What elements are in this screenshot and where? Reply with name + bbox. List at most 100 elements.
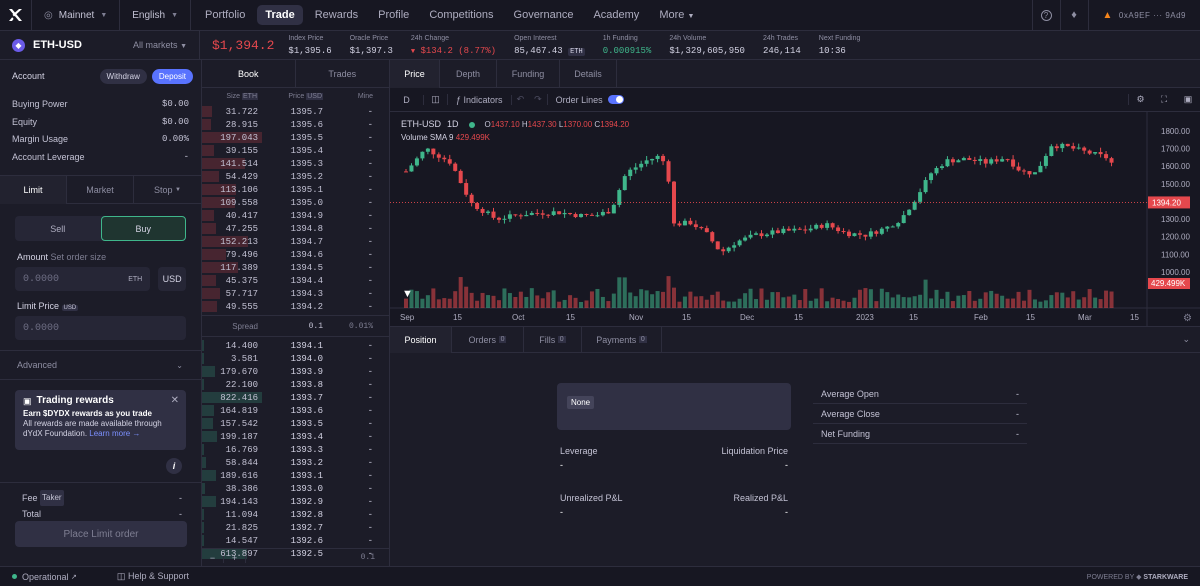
language-selector[interactable]: English ▼ <box>120 0 191 31</box>
nav-competitions[interactable]: Competitions <box>421 5 501 25</box>
chart-area[interactable]: 1800.001700.001600.001500.001400.001300.… <box>390 112 1200 326</box>
buy-toggle[interactable]: Buy <box>100 216 186 241</box>
camera-icon[interactable]: ▣ <box>1176 94 1200 105</box>
dydx-logo[interactable] <box>0 0 32 31</box>
place-order-button[interactable]: Place Limit order <box>15 521 187 547</box>
all-markets-button[interactable]: All markets ▼ <box>133 40 187 50</box>
orderbook-row[interactable]: 194.143 1392.9 - <box>202 495 389 508</box>
orderbook-row[interactable]: 199.187 1393.4 - <box>202 430 389 443</box>
nav-trade[interactable]: Trade <box>257 5 303 25</box>
orderbook-row[interactable]: 14.400 1394.1 - <box>202 339 389 352</box>
limit-price-input[interactable]: 0.0000 <box>15 316 186 340</box>
order-mine: - <box>367 522 373 533</box>
orderbook-row[interactable]: 164.819 1393.6 - <box>202 404 389 417</box>
orderbook-row[interactable]: 11.094 1392.8 - <box>202 508 389 521</box>
orderbook-row[interactable]: 141.514 1395.3 - <box>202 157 389 170</box>
tab-position[interactable]: Position <box>390 326 452 353</box>
orderbook-row[interactable]: 21.825 1392.7 - <box>202 521 389 534</box>
orderbook-row[interactable]: 58.844 1393.2 - <box>202 456 389 469</box>
orderbook-row[interactable]: 28.915 1395.6 - <box>202 118 389 131</box>
orderbook-row[interactable]: 16.769 1393.3 - <box>202 443 389 456</box>
tab-book[interactable]: Book <box>202 59 296 88</box>
tab-trades[interactable]: Trades <box>296 60 390 88</box>
help-support-link[interactable]: ◫ Help & Support <box>117 571 189 582</box>
settings-icon[interactable]: ⚙ <box>1128 94 1152 105</box>
currency-toggle[interactable]: USD <box>158 267 186 291</box>
interval-button[interactable]: D <box>390 94 424 105</box>
info-icon[interactable]: i <box>166 458 182 474</box>
chart-settings-icon[interactable]: ⚙ <box>1183 313 1192 324</box>
candle-body <box>595 215 600 217</box>
orderbook-row[interactable]: 117.389 1394.5 - <box>202 261 389 274</box>
nav-more[interactable]: More ▼ <box>651 5 702 25</box>
orderbook-row[interactable]: 109.558 1395.0 - <box>202 196 389 209</box>
order-size: 22.100 <box>225 379 258 390</box>
sell-toggle[interactable]: Sell <box>15 216 101 241</box>
stats-row: Average Open - <box>813 384 1027 404</box>
orderbook-row[interactable]: 14.547 1392.6 - <box>202 534 389 547</box>
orderbook-row[interactable]: 40.417 1394.9 - <box>202 209 389 222</box>
orderbook-row[interactable]: 57.717 1394.3 - <box>202 287 389 300</box>
tab-market[interactable]: Market <box>67 175 134 204</box>
orderbook-row[interactable]: 152.213 1394.7 - <box>202 235 389 248</box>
orderbook-row[interactable]: 38.386 1393.0 - <box>202 482 389 495</box>
close-icon[interactable]: ✕ <box>171 396 179 406</box>
tab-funding[interactable]: Funding <box>497 59 560 88</box>
orderbook-row[interactable]: 613.897 1392.5 - <box>202 547 389 560</box>
candle-body <box>524 214 529 217</box>
tab-orders[interactable]: Orders 0 <box>452 326 524 353</box>
orderbook-row[interactable]: 49.555 1394.2 - <box>202 300 389 313</box>
wallet-button[interactable]: ▲ 0xA9EF ··· 9Ad9 <box>1087 0 1200 31</box>
tab-details[interactable]: Details <box>560 59 617 88</box>
collapse-icon[interactable]: ⌄ <box>1182 334 1190 345</box>
orderbook-row[interactable]: 79.496 1394.6 - <box>202 248 389 261</box>
advanced-toggle[interactable]: Advanced ⌄ <box>0 350 201 380</box>
volume-bar <box>518 291 523 308</box>
amount-input[interactable]: 0.0000 ETH <box>15 267 151 291</box>
nav-portfolio[interactable]: Portfolio <box>197 5 253 25</box>
candle-body <box>967 158 972 160</box>
order-lines-toggle[interactable] <box>607 95 624 104</box>
orderbook-row[interactable]: 39.155 1395.4 - <box>202 144 389 157</box>
orderbook-row[interactable]: 197.043 1395.5 - <box>202 131 389 144</box>
tab-stop[interactable]: Stop ▼ <box>134 176 201 204</box>
orderbook-row[interactable]: 113.106 1395.1 - <box>202 183 389 196</box>
orderbook-row[interactable]: 179.670 1393.9 - <box>202 365 389 378</box>
deposit-button[interactable]: Deposit <box>151 68 193 84</box>
help-icon[interactable]: ? <box>1031 0 1060 31</box>
orderbook-row[interactable]: 54.429 1395.2 - <box>202 170 389 183</box>
orderbook-row[interactable]: 189.616 1393.1 - <box>202 469 389 482</box>
orderbook-row[interactable]: 31.722 1395.7 - <box>202 105 389 118</box>
tab-price[interactable]: Price <box>390 59 440 88</box>
stat-label: Next Funding <box>818 35 861 42</box>
tab-depth[interactable]: Depth <box>440 59 497 88</box>
advanced-label: Advanced <box>17 360 58 370</box>
learn-more-link[interactable]: Learn more → <box>89 429 140 438</box>
market-selector[interactable]: ◆ ETH-USD All markets ▼ <box>0 30 200 60</box>
network-selector[interactable]: ◎ Mainnet ▼ <box>32 0 121 31</box>
volume-bar <box>425 295 430 308</box>
orderbook-row[interactable]: 822.416 1393.7 - <box>202 391 389 404</box>
orderbook-row[interactable]: 45.375 1394.4 - <box>202 274 389 287</box>
redo-icon[interactable]: ↷ <box>529 94 548 105</box>
fullscreen-icon[interactable]: ⛶ <box>1152 94 1176 105</box>
nav-rewards[interactable]: Rewards <box>307 5 366 25</box>
status-link[interactable]: Operational ↗ <box>12 572 77 582</box>
tab-fills[interactable]: Fills 0 <box>524 326 582 353</box>
orderbook-row[interactable]: 22.100 1393.8 - <box>202 378 389 391</box>
indicators-button[interactable]: ƒ Indicators <box>448 94 512 105</box>
powered-by: POWERED BY <box>1086 573 1135 581</box>
orderbook-row[interactable]: 3.581 1394.0 - <box>202 352 389 365</box>
tab-limit[interactable]: Limit <box>0 175 67 204</box>
nav-academy[interactable]: Academy <box>585 5 647 25</box>
orderbook-row[interactable]: 157.542 1393.5 - <box>202 417 389 430</box>
undo-icon[interactable]: ↶ <box>512 94 530 105</box>
nav-governance[interactable]: Governance <box>506 5 582 25</box>
bell-icon[interactable]: ♦ <box>1059 0 1088 31</box>
candles-icon[interactable]: ◫ <box>424 94 448 105</box>
orderbook-row[interactable]: 47.255 1394.8 - <box>202 222 389 235</box>
volume-bar <box>573 297 578 308</box>
withdraw-button[interactable]: Withdraw <box>99 68 147 84</box>
nav-profile[interactable]: Profile <box>370 5 417 25</box>
tab-payments[interactable]: Payments 0 <box>582 326 662 353</box>
